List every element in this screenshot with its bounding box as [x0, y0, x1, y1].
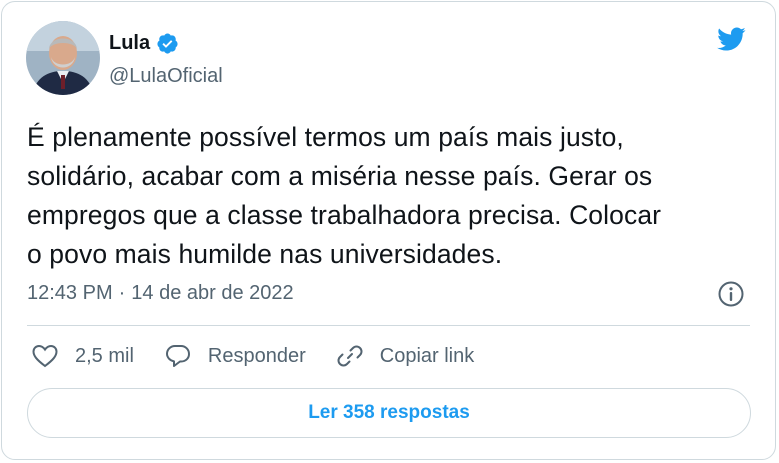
tweet-card: Lula @LulaOficial É plenamente possível … [1, 1, 776, 460]
info-icon[interactable] [717, 280, 745, 308]
avatar[interactable] [26, 21, 100, 95]
tweet-date[interactable]: 14 de abr de 2022 [131, 282, 293, 305]
tweet-time[interactable]: 12:43 PM [27, 282, 113, 305]
link-icon [337, 345, 363, 367]
author-handle[interactable]: @LulaOficial [109, 65, 223, 88]
like-count: 2,5 mil [75, 344, 134, 367]
tweet-text: É plenamente possível termos um país mai… [27, 122, 662, 269]
twitter-bird-icon[interactable] [713, 24, 749, 54]
heart-icon [32, 344, 58, 368]
action-bar: 2,5 mil Responder Copiar link [31, 342, 504, 370]
reply-button[interactable]: Responder [164, 342, 306, 370]
copy-link-label: Copiar link [379, 344, 475, 367]
copy-link-button[interactable]: Copiar link [336, 342, 474, 370]
divider [27, 325, 750, 326]
verified-badge-icon [156, 32, 179, 55]
read-replies-button[interactable]: Ler 358 respostas [27, 388, 751, 438]
tweet-timestamp[interactable]: 12:43 PM · 14 de abr de 2022 [27, 282, 294, 305]
speech-bubble-icon [165, 345, 190, 367]
author-name[interactable]: Lula [109, 32, 150, 55]
like-button[interactable]: 2,5 mil [31, 342, 134, 370]
meta-separator: · [118, 282, 126, 304]
author-name-row[interactable]: Lula [109, 32, 179, 55]
reply-label: Responder [207, 344, 306, 367]
